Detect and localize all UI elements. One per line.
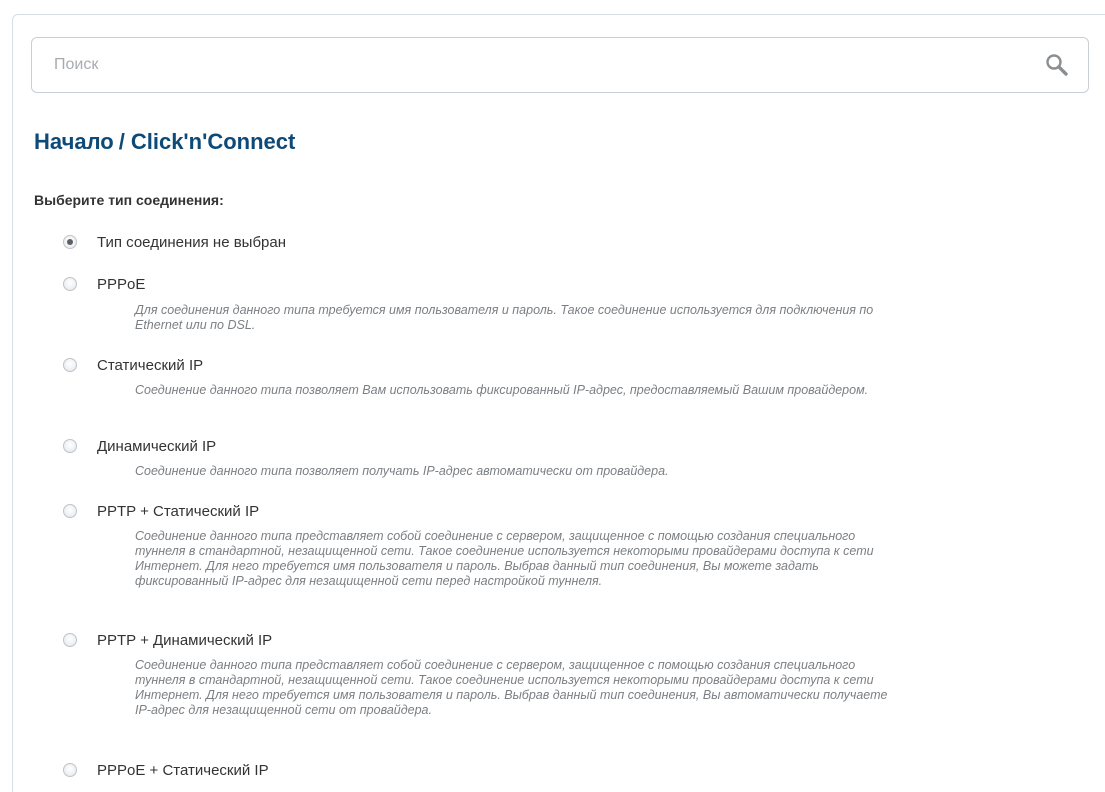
option-label[interactable]: Статический IP [97, 356, 203, 376]
radio-pppoe-static-ip[interactable] [63, 763, 77, 777]
option-description: Соединение данного типа позволяет Вам ис… [135, 383, 869, 397]
connection-type-label: Выберите тип соединения: [34, 192, 224, 208]
option-row[interactable]: Динамический IP [63, 437, 1063, 457]
option-row[interactable]: PPTP + Статический IP [63, 502, 1063, 522]
connection-option-dynamic-ip: Динамический IP Соединение данного типа … [63, 437, 1063, 478]
connection-option-pppoe: PPPoE Для соединения данного типа требуе… [63, 275, 1063, 332]
search-icon[interactable] [1044, 53, 1070, 79]
option-description: Соединение данного типа позволяет получа… [135, 464, 669, 478]
search-input[interactable] [32, 38, 1032, 92]
connection-option-pptp-static-ip: PPTP + Статический IP Соединение данного… [63, 502, 1063, 588]
option-label[interactable]: Тип соединения не выбран [97, 233, 286, 253]
radio-pptp-static-ip[interactable] [63, 504, 77, 518]
option-row[interactable]: PPTP + Динамический IP [63, 631, 1063, 651]
connection-option-none: Тип соединения не выбран [63, 233, 1063, 253]
option-label[interactable]: Динамический IP [97, 437, 216, 457]
search-box[interactable] [31, 37, 1089, 93]
option-row[interactable]: Статический IP [63, 356, 1063, 376]
radio-none[interactable] [63, 235, 77, 249]
connection-option-pptp-dynamic-ip: PPTP + Динамический IP Соединение данног… [63, 631, 1063, 717]
breadcrumb-separator: / [118, 129, 125, 154]
connection-option-pppoe-static-ip: PPPoE + Статический IP [63, 761, 1063, 781]
breadcrumb: Начало / Click'n'Connect [34, 129, 295, 155]
breadcrumb-current: Click'n'Connect [130, 129, 296, 154]
option-row[interactable]: Тип соединения не выбран [63, 233, 1063, 253]
option-label[interactable]: PPPoE [97, 275, 145, 295]
option-description: Для соединения данного типа требуется им… [135, 303, 874, 332]
option-label[interactable]: PPTP + Статический IP [97, 502, 259, 522]
radio-dynamic-ip[interactable] [63, 439, 77, 453]
option-row[interactable]: PPPoE [63, 275, 1063, 295]
option-description: Соединение данного типа представляет соб… [135, 529, 874, 588]
option-row[interactable]: PPPoE + Статический IP [63, 761, 1063, 781]
radio-pptp-dynamic-ip[interactable] [63, 633, 77, 647]
connection-option-static-ip: Статический IP Соединение данного типа п… [63, 356, 1063, 397]
option-label[interactable]: PPTP + Динамический IP [97, 631, 272, 651]
option-description: Соединение данного типа представляет соб… [135, 658, 888, 717]
radio-static-ip[interactable] [63, 358, 77, 372]
content-panel: Начало/Click'n'Connect Выберите тип соед… [12, 14, 1105, 792]
breadcrumb-home-link[interactable]: Начало [34, 129, 114, 154]
option-label[interactable]: PPPoE + Статический IP [97, 761, 269, 781]
radio-pppoe[interactable] [63, 277, 77, 291]
